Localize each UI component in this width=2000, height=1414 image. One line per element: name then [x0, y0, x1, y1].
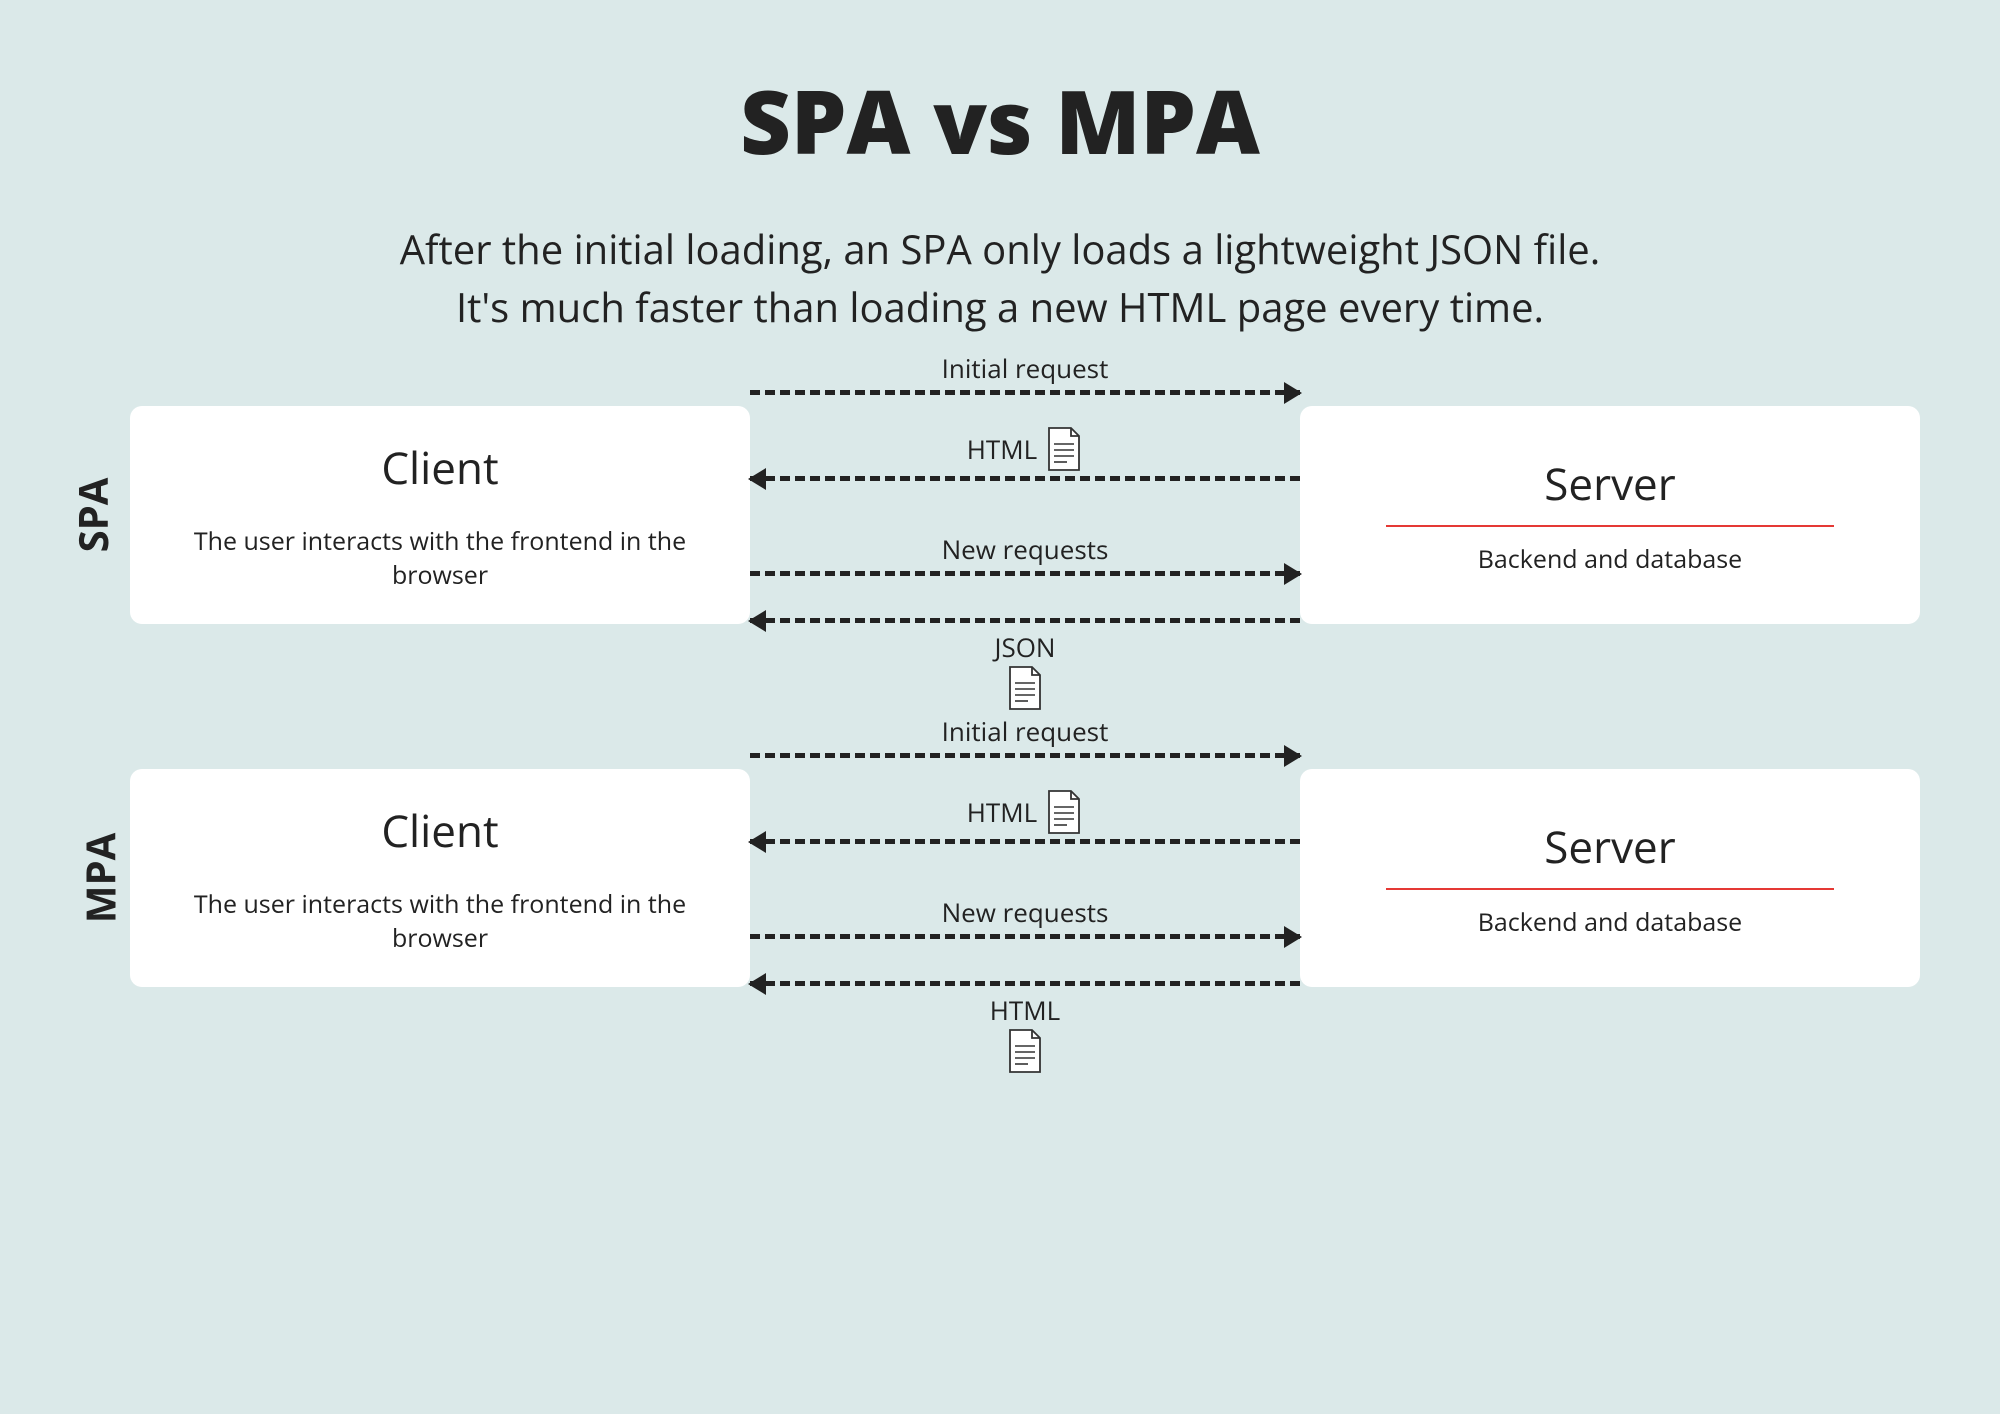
mpa-section-label: MPA	[73, 833, 128, 923]
arrow-left-icon	[750, 839, 1300, 844]
divider	[1386, 525, 1834, 527]
spa-server-panel: Server Backend and database	[1300, 406, 1920, 624]
arrow-left-icon	[750, 981, 1300, 986]
arrow-right-icon	[750, 753, 1300, 758]
mpa-client-panel: Client The user interacts with the front…	[130, 769, 750, 987]
spa-server-desc: Backend and database	[1330, 543, 1890, 577]
spa-arrow-html-label: HTML	[967, 431, 1037, 467]
spa-server-title: Server	[1330, 453, 1890, 513]
spa-section-label: SPA	[65, 478, 120, 553]
mpa-arrow-html-label: HTML	[967, 794, 1037, 830]
diagram-title: SPA vs MPA	[80, 60, 1920, 180]
diagram-subtitle: After the initial loading, an SPA only l…	[80, 220, 1920, 336]
document-icon	[1045, 789, 1083, 835]
document-icon	[1045, 426, 1083, 472]
spa-arrow-new-requests-label: New requests	[942, 531, 1109, 567]
arrow-right-icon	[750, 571, 1300, 576]
spa-client-desc: The user interacts with the frontend in …	[160, 525, 720, 593]
subtitle-line-2: It's much faster than loading a new HTML…	[456, 279, 1544, 334]
spa-section: SPA Client The user interacts with the f…	[80, 406, 1920, 624]
mpa-client-desc: The user interacts with the frontend in …	[160, 888, 720, 956]
mpa-arrow-new-requests-label: New requests	[942, 894, 1109, 930]
mpa-server-panel: Server Backend and database	[1300, 769, 1920, 987]
subtitle-line-1: After the initial loading, an SPA only l…	[400, 221, 1601, 276]
arrow-left-icon	[750, 618, 1300, 623]
arrow-right-icon	[750, 390, 1300, 395]
divider	[1386, 888, 1834, 890]
document-icon	[1006, 665, 1044, 711]
document-icon	[1006, 1028, 1044, 1074]
mpa-section: MPA Client The user interacts with the f…	[80, 769, 1920, 987]
arrow-left-icon	[750, 476, 1300, 481]
spa-client-panel: Client The user interacts with the front…	[130, 406, 750, 624]
mpa-server-desc: Backend and database	[1330, 906, 1890, 940]
spa-client-title: Client	[160, 437, 720, 497]
spa-arrows: Initial request HTML New requests J	[750, 406, 1300, 624]
spa-arrow-initial-request-label: Initial request	[942, 350, 1109, 386]
mpa-arrows: Initial request HTML New requests HTML	[750, 769, 1300, 987]
mpa-arrow-initial-request-label: Initial request	[942, 713, 1109, 749]
mpa-arrow-html2-label: HTML	[990, 992, 1060, 1028]
spa-arrow-json-label: JSON	[994, 629, 1055, 665]
mpa-server-title: Server	[1330, 816, 1890, 876]
arrow-right-icon	[750, 934, 1300, 939]
mpa-client-title: Client	[160, 800, 720, 860]
